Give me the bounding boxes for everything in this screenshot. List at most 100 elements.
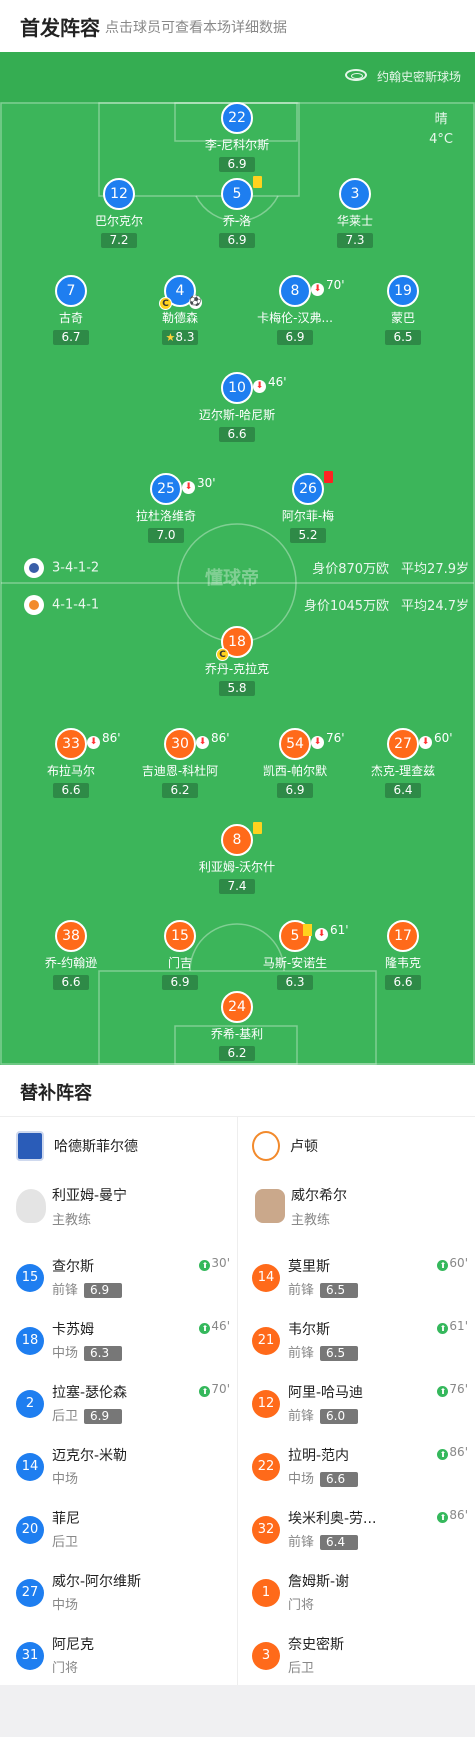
player-rating: 6.9 [219, 157, 255, 172]
away-player-38[interactable]: 38 乔-约翰逊 6.6 [11, 920, 131, 990]
coach-role: 主教练 [291, 1213, 331, 1228]
player-rating: 6.2 [219, 1046, 255, 1061]
away-player-5[interactable]: 5 ⬇ 61' 马斯-安诺生 6.3 [235, 920, 355, 990]
player-name: 凯西-帕尔默 [262, 764, 328, 778]
home-player-10[interactable]: 10 ⬇ 46' 迈尔斯-哈尼斯 6.6 [177, 372, 297, 442]
away-sub-14[interactable]: 14 莫里斯 前锋 6.5 ⬆ 60' [252, 1256, 468, 1310]
sub-position: 前锋 6.9 [52, 1279, 123, 1298]
player-name: 卡梅伦-汉弗... [257, 311, 333, 325]
sub-off-icon: ⬇ [182, 481, 195, 494]
coach-avatar [255, 1189, 285, 1223]
home-sub-20[interactable]: 20 菲尼 后卫 [16, 1508, 230, 1562]
player-rating: 6.6 [219, 427, 255, 442]
away-sub-12[interactable]: 12 阿里-哈马迪 前锋 6.0 ⬆ 76' [252, 1382, 468, 1436]
home-player-19[interactable]: 19 蒙巴 6.5 [343, 275, 463, 345]
sub-position: 门将 [52, 1661, 79, 1676]
away-sub-3[interactable]: 3 奈史密斯 后卫 [252, 1634, 468, 1688]
best-player-star-icon: ★ [165, 331, 176, 344]
away-sub-21[interactable]: 21 韦尔斯 前锋 6.5 ⬆ 61' [252, 1319, 468, 1373]
substitutes-panel: 替补阵容 哈德斯菲尔德 卢顿 利亚姆-曼宁 主教练 威尔希尔 主教练 15 查尔… [0, 1065, 475, 1685]
temperature: 4°C [429, 132, 453, 147]
home-sub-15[interactable]: 15 查尔斯 前锋 6.9 ⬆ 30' [16, 1256, 230, 1310]
home-formation: 3-4-1-2 [24, 558, 99, 578]
home-sub-18[interactable]: 18 卡苏姆 中场 6.3 ⬆ 46' [16, 1319, 230, 1373]
sub-position: 中场 6.6 [288, 1468, 359, 1487]
sub-position: 后卫 [52, 1535, 79, 1550]
sub-off-badge: ⬇ 86' [196, 724, 230, 752]
away-formation-text: 4-1-4-1 [52, 597, 100, 613]
player-rating: 6.4 [385, 783, 421, 798]
sub-on-icon: ⬆ [437, 1260, 449, 1271]
player-rating: ★8.3 [161, 330, 199, 345]
lineup-header: 首发阵容 点击球员可查看本场详细数据 [0, 0, 475, 52]
player-number: 27 ⬇ 60' [387, 728, 453, 760]
home-player-3[interactable]: 3 华莱士 7.3 [295, 178, 415, 248]
away-player-8[interactable]: 8 利亚姆-沃尔什 7.4 [177, 822, 297, 894]
sub-number: 14 [252, 1264, 280, 1292]
home-sub-14[interactable]: 14 迈克尔-米勒 中场 [16, 1445, 230, 1499]
player-rating: 6.9 [277, 783, 313, 798]
player-name: 乔丹-克拉克 [204, 662, 270, 676]
player-rating: 6.9 [162, 975, 198, 990]
home-player-22[interactable]: 22 李-尼科尔斯 6.9 [177, 102, 297, 172]
player-name: 李-尼科尔斯 [204, 138, 270, 152]
weather: 晴 4°C [429, 110, 453, 150]
away-sub-22[interactable]: 22 拉明-范内 中场 6.6 ⬆ 86' [252, 1445, 468, 1499]
player-number: 26 [292, 471, 333, 505]
home-player-12[interactable]: 12 巴尔克尔 7.2 [59, 178, 179, 248]
away-sub-1[interactable]: 1 詹姆斯-谢 门将 [252, 1571, 468, 1625]
sub-off-icon: ⬇ [87, 736, 100, 749]
sub-number: 1 [252, 1579, 280, 1607]
away-player-15[interactable]: 15 门吉 6.9 [120, 920, 240, 990]
player-rating: 6.6 [53, 975, 89, 990]
player-rating: 7.2 [101, 233, 137, 248]
coach-name: 威尔希尔 [291, 1188, 347, 1204]
home-player-4[interactable]: 4 C ⚽ 勒德森 ★8.3 [120, 275, 240, 345]
player-name: 迈尔斯-哈尼斯 [198, 408, 276, 422]
stadium-icon [344, 69, 367, 81]
home-sub-31[interactable]: 31 阿尼克 门将 [16, 1634, 230, 1688]
away-player-27[interactable]: 27 ⬇ 60' 杰克-理查兹 6.4 [343, 728, 463, 798]
player-name: 阿尔菲-梅 [281, 509, 335, 523]
home-player-7[interactable]: 7 古奇 6.7 [11, 275, 131, 345]
home-crest-icon [16, 1131, 44, 1161]
player-number: 8 ⬇ 70' [279, 275, 345, 307]
away-player-33[interactable]: 33 ⬇ 86' 布拉马尔 6.6 [11, 728, 131, 798]
home-player-8[interactable]: 8 ⬇ 70' 卡梅伦-汉弗... 6.9 [235, 275, 355, 345]
home-player-25[interactable]: 25 ⬇ 30' 拉杜洛维奇 7.0 [106, 473, 226, 543]
sub-on-icon: ⬆ [199, 1386, 211, 1397]
away-player-18[interactable]: 18 C 乔丹-克拉克 5.8 [177, 626, 297, 696]
player-name: 华莱士 [336, 214, 373, 228]
player-name: 蒙巴 [390, 311, 415, 325]
sub-number: 2 [16, 1390, 44, 1418]
sub-position: 前锋 6.5 [288, 1342, 359, 1361]
substitutes-title: 替补阵容 [20, 1083, 92, 1104]
player-number: 10 ⬇ 46' [221, 372, 287, 404]
home-formation-text: 3-4-1-2 [52, 560, 100, 576]
goal-ball-icon: ⚽ [189, 296, 202, 309]
away-player-24[interactable]: 24 乔希-基利 6.2 [177, 991, 297, 1061]
away-sub-32[interactable]: 32 埃米利奥-劳... 前锋 6.4 ⬆ 86' [252, 1508, 468, 1562]
sub-rating: 6.5 [320, 1283, 359, 1298]
sub-name: 詹姆斯-谢 [288, 1574, 350, 1590]
away-player-54[interactable]: 54 ⬇ 76' 凯西-帕尔默 6.9 [235, 728, 355, 798]
captain-icon: C [216, 648, 229, 661]
player-number: 17 [387, 920, 419, 952]
sub-position: 后卫 6.9 [52, 1405, 123, 1424]
away-player-17[interactable]: 17 隆韦克 6.6 [343, 920, 463, 990]
player-number: 38 [55, 920, 87, 952]
sub-on-icon: ⬆ [437, 1386, 449, 1397]
home-player-5[interactable]: 5 乔-洛 6.9 [177, 176, 297, 248]
home-sub-27[interactable]: 27 威尔-阿尔维斯 中场 [16, 1571, 230, 1625]
lineup-title: 首发阵容 [20, 16, 100, 40]
sub-name: 阿里-哈马迪 [288, 1385, 364, 1401]
player-rating: 6.5 [385, 330, 421, 345]
captain-icon: C [159, 297, 172, 310]
player-rating: 5.2 [290, 528, 326, 543]
venue: 约翰史密斯球场 [344, 68, 461, 85]
home-sub-2[interactable]: 2 拉塞-瑟伦森 后卫 6.9 ⬆ 70' [16, 1382, 230, 1436]
sub-position: 前锋 6.5 [288, 1279, 359, 1298]
away-player-30[interactable]: 30 ⬇ 86' 吉迪恩-科杜阿 6.2 [120, 728, 240, 798]
sub-off-badge: ⬇ 70' [311, 271, 345, 299]
home-player-26[interactable]: 26 阿尔菲-梅 5.2 [248, 471, 368, 543]
